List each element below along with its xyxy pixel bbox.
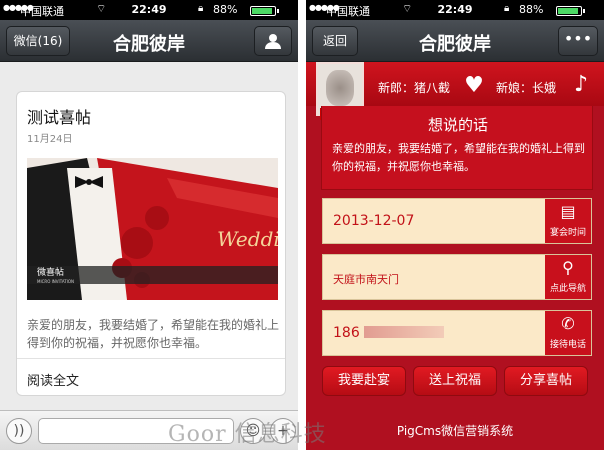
call-tile[interactable]: ✆ 接待电话 <box>545 311 591 355</box>
wedding-address: 天庭市南天门 <box>333 273 399 286</box>
person-icon <box>265 34 281 49</box>
nav-bar: 返回 合肥彼岸 ••• <box>306 20 604 62</box>
message-text: 亲爱的朋友，我要结婚了，希望能在我的婚礼上得到你的祝福，并祝愿你也幸福。 <box>332 142 585 173</box>
phone-icon: ✆ <box>561 314 575 333</box>
battery-percent: 88% <box>519 3 544 16</box>
navigate-tile[interactable]: ⚲ 点此导航 <box>545 255 591 299</box>
card-title: 测试喜帖 <box>27 108 92 127</box>
status-bar: ●●●●● 中国联通 ⌔ 22:49 🔒︎ 88% <box>0 0 298 20</box>
footer-text: PigCms微信营销系统 <box>396 424 514 438</box>
status-bar: ●●●●● 中国联通 ⌔ 22:49 🔒︎ 88% <box>306 0 604 20</box>
calendar-icon: ▤ <box>560 202 576 221</box>
share-invitation-button[interactable]: 分享喜帖 <box>504 366 588 396</box>
watermark: Goor 信息科技 <box>168 422 327 447</box>
message-title: 想说的话 <box>427 116 488 134</box>
battery-percent: 88% <box>213 3 238 16</box>
heart-icon: ♥ <box>464 73 484 98</box>
article-card[interactable]: 测试喜帖 11月24日 Wedding 微喜帖 MICRO INVITATION <box>16 91 286 396</box>
contact-phone: 186 <box>333 325 444 341</box>
image-caption: 微喜帖 <box>37 266 64 278</box>
battery-icon <box>556 6 582 16</box>
image-subcaption: MICRO INVITATION <box>37 279 74 284</box>
wedding-illustration: Wedding 微喜帖 MICRO INVITATION <box>27 158 278 300</box>
music-icon[interactable]: ♪ <box>574 72 588 97</box>
location-pin-icon: ⚲ <box>562 258 574 277</box>
card-description: 亲爱的朋友，我要结婚了，希望能在我的婚礼上得到你的祝福，并祝愿你也幸福。 <box>27 318 280 350</box>
wedding-invitation-screen: ●●●●● 中国联通 ⌔ 22:49 🔒︎ 88% 返回 合肥彼岸 ••• 新郎… <box>306 0 604 450</box>
message-box: 想说的话 亲爱的朋友，我要结婚了，希望能在我的婚礼上得到你的祝福，并祝愿你也幸福… <box>321 106 593 190</box>
profile-button[interactable] <box>254 26 292 56</box>
address-row: 天庭市南天门 ⚲ 点此导航 <box>322 254 592 300</box>
date-tile[interactable]: ▤ 宴会时间 <box>545 199 591 243</box>
phone-row: 186 ✆ 接待电话 <box>322 310 592 356</box>
wedding-date: 2013-12-07 <box>333 213 415 229</box>
more-options-button[interactable]: ••• <box>558 26 598 56</box>
wedding-script-text: Wedding <box>217 227 278 251</box>
card-cover-image: Wedding 微喜帖 MICRO INVITATION <box>27 158 278 300</box>
voice-icon[interactable]: )) <box>6 418 32 444</box>
bride-label: 新娘：长娥 <box>496 81 557 95</box>
battery-icon <box>250 6 276 16</box>
card-date: 11月24日 <box>27 134 73 145</box>
date-row: 2013-12-07 ▤ 宴会时间 <box>322 198 592 244</box>
attend-button[interactable]: 我要赴宴 <box>322 366 406 396</box>
nav-bar: 微信(16) 合肥彼岸 <box>0 20 298 62</box>
chevron-right-icon: › <box>27 368 33 386</box>
rotation-lock-icon: 🔒︎ <box>504 3 510 14</box>
wechat-chat-screen: ●●●●● 中国联通 ⌔ 22:49 🔒︎ 88% 微信(16) 合肥彼岸 测试… <box>0 0 298 450</box>
rotation-lock-icon: 🔒︎ <box>198 3 204 14</box>
groom-label: 新郎：猪八截 <box>378 81 451 95</box>
read-more-link[interactable]: 阅读全文 › <box>17 358 285 396</box>
send-blessing-button[interactable]: 送上祝福 <box>413 366 497 396</box>
